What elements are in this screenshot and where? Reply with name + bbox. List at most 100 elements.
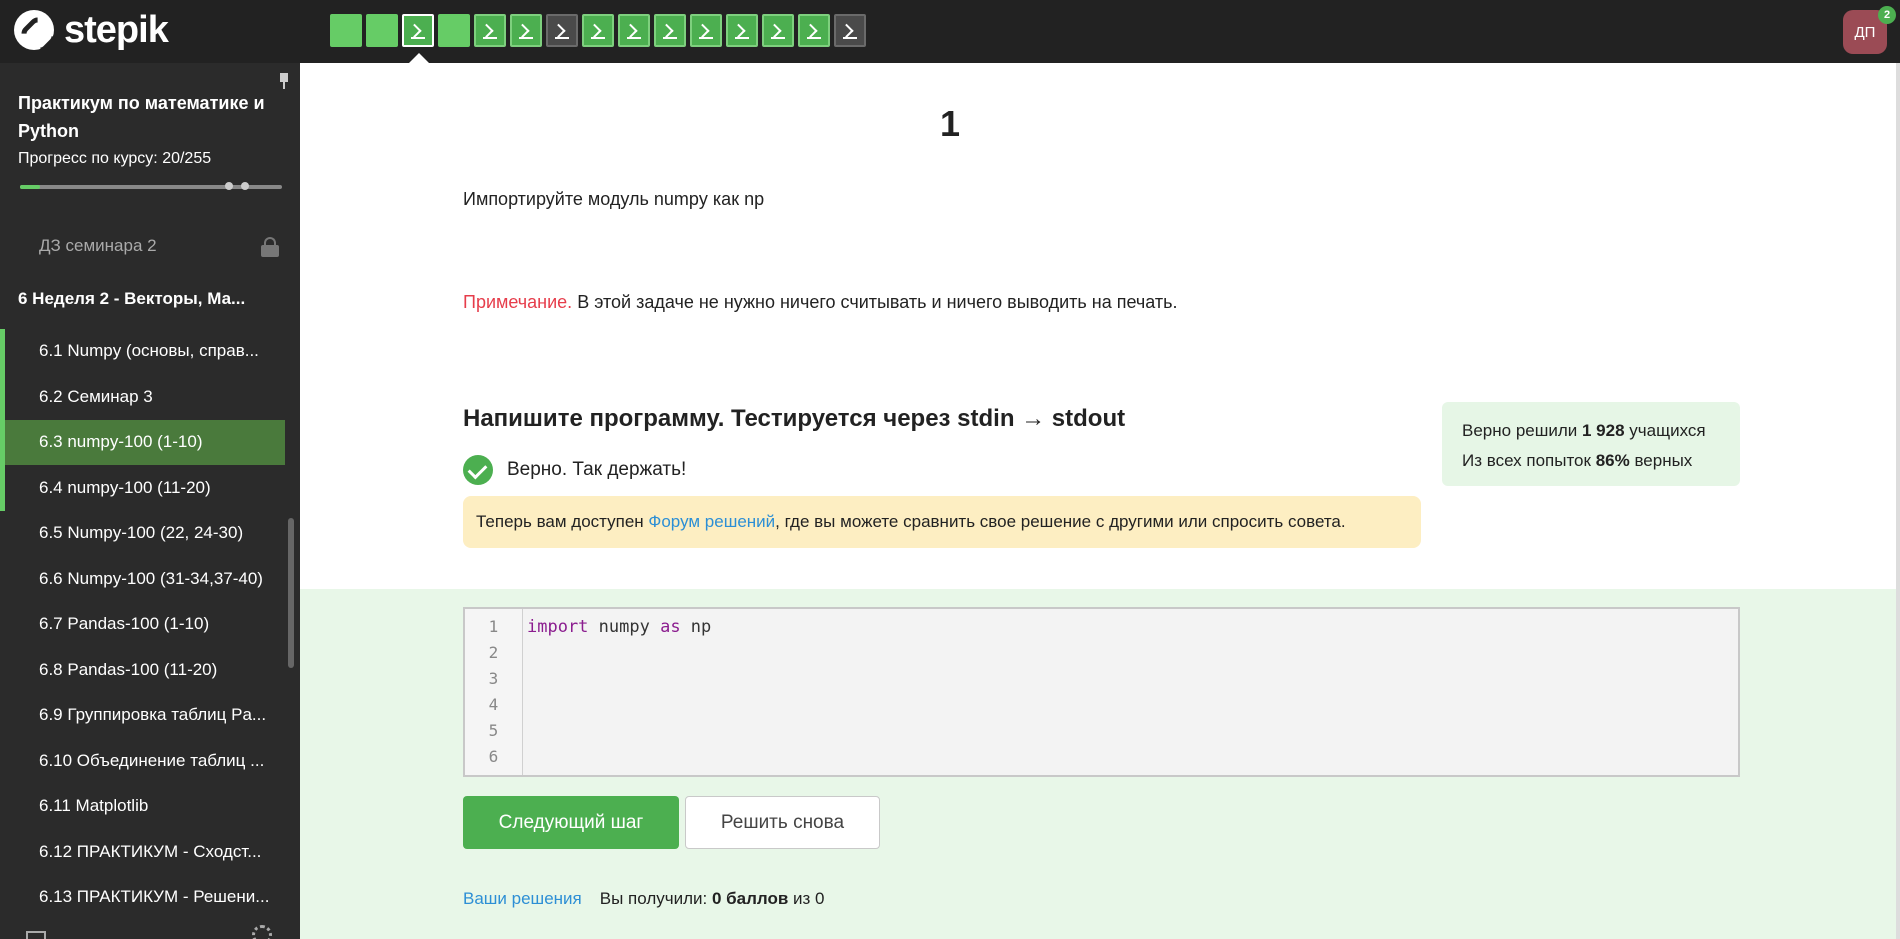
sidebar-lesson-item[interactable]: 6.3 numpy-100 (1-10) (0, 419, 285, 465)
check-circle-icon (463, 455, 493, 485)
forum-link[interactable]: Форум решений (648, 512, 775, 532)
sidebar-lesson-item[interactable]: 6.7 Pandas-100 (1-10) (0, 602, 285, 648)
code-keyword: import (527, 617, 589, 637)
expand-icon[interactable] (26, 931, 46, 939)
line-number: 6 (488, 747, 499, 766)
main-scrollbar[interactable] (1896, 63, 1900, 939)
sidebar-header: Практикум по математике и Python Прогрес… (0, 63, 300, 223)
sidebar-item-label: 6.11 Matplotlib (39, 796, 149, 816)
result-message: Верно. Так держать! (463, 455, 686, 485)
step-code-icon[interactable] (834, 14, 866, 47)
sidebar-lesson-item[interactable]: 6.12 ПРАКТИКУМ - Сходст... (0, 829, 285, 875)
sidebar-section[interactable]: 6 Неделя 2 - Векторы, Ма... (0, 269, 285, 329)
lock-icon (261, 237, 279, 257)
sidebar-lesson-item[interactable]: 6.8 Pandas-100 (11-20) (0, 647, 285, 693)
sidebar-lesson-item[interactable]: 6.11 Matplotlib (0, 784, 285, 830)
sidebar-item-label: 6.3 numpy-100 (1-10) (39, 432, 203, 452)
code-identifier: numpy (588, 617, 661, 637)
step-code-icon[interactable] (618, 14, 650, 47)
solve-again-button[interactable]: Решить снова (685, 796, 880, 849)
solved-prefix: Верно решили (1462, 421, 1582, 440)
forum-notice: Теперь вам доступен Форум решений , где … (463, 496, 1421, 548)
next-step-button[interactable]: Следующий шаг (463, 796, 679, 849)
attempts-suffix: верных (1629, 451, 1693, 470)
sidebar-item-label: 6.4 numpy-100 (11-20) (39, 477, 211, 497)
step-code-icon[interactable] (582, 14, 614, 47)
course-title[interactable]: Практикум по математике и Python (18, 89, 280, 145)
sidebar-item-label: 6.2 Семинар 3 (39, 386, 153, 406)
score-suffix: из 0 (788, 889, 825, 908)
your-solutions-link[interactable]: Ваши решения (463, 889, 582, 909)
note-label: Примечание. (463, 292, 573, 312)
sidebar-item-label: 6 Неделя 2 - Векторы, Ма... (18, 288, 246, 308)
logo[interactable]: stepik (14, 10, 169, 50)
solved-stat: Верно решили 1 928 учащихся (1462, 416, 1720, 446)
step-text-icon[interactable] (330, 14, 362, 47)
notification-badge: 2 (1878, 6, 1896, 24)
step-navigation (330, 14, 866, 47)
code-editor[interactable]: 1 2 3 4 5 6 import numpy as np (463, 607, 1740, 777)
attempts-stat: Из всех попыток 86% верных (1462, 446, 1720, 476)
solved-suffix: учащихся (1624, 421, 1706, 440)
section-heading: Напишите программу. Тестируется через st… (463, 405, 1126, 432)
sidebar-item-label: 6.9 Группировка таблиц Pa... (39, 705, 267, 725)
progress-label: Прогресс по курсу: (18, 150, 158, 167)
score-summary: Вы получили: 0 баллов из 0 (600, 889, 825, 909)
gear-icon[interactable] (252, 925, 272, 939)
sidebar-item-label: 6.13 ПРАКТИКУМ - Решени... (39, 887, 270, 907)
progress-bar (20, 182, 282, 190)
step-code-icon[interactable] (798, 14, 830, 47)
step-code-icon[interactable] (402, 14, 434, 47)
sidebar-lesson-item[interactable]: 6.5 Numpy-100 (22, 24-30) (0, 511, 285, 557)
step-code-icon[interactable] (510, 14, 542, 47)
score-value: 0 баллов (711, 889, 789, 908)
current-step-pointer-icon (409, 53, 429, 63)
sidebar-scrollbar[interactable] (288, 518, 294, 668)
task-text: Импортируйте модуль numpy как np (463, 189, 765, 209)
attempts-prefix: Из всех попыток (1462, 451, 1596, 470)
progress-bar-fill (20, 185, 41, 189)
solved-count: 1 928 (1582, 421, 1625, 440)
step-title: 1 (939, 103, 961, 144)
sidebar-lesson-item[interactable]: 6.13 ПРАКТИКУМ - Решени... (0, 875, 285, 921)
step-code-icon[interactable] (474, 14, 506, 47)
submission-footer: Ваши решения Вы получили: 0 баллов из 0 (463, 889, 825, 909)
step-code-icon[interactable] (546, 14, 578, 47)
step-code-icon[interactable] (690, 14, 722, 47)
progress-value: 20/255 (162, 150, 212, 167)
line-number-gutter: 1 2 3 4 5 6 (465, 609, 523, 775)
pin-icon[interactable] (278, 73, 288, 89)
sidebar-lesson-item[interactable]: 6.6 Numpy-100 (31-34,37-40) (0, 556, 285, 602)
sidebar-item-label: 6.6 Numpy-100 (31-34,37-40) (39, 568, 263, 588)
sidebar-lesson-item[interactable]: 6.10 Объединение таблиц ... (0, 738, 285, 784)
correct-text: Верно. Так держать! (507, 459, 687, 480)
step-text-icon[interactable] (366, 14, 398, 47)
top-bar: stepik ДП 2 (0, 0, 1900, 63)
sidebar-footer (0, 921, 300, 939)
stats-box: Верно решили 1 928 учащихся Из всех попы… (1442, 402, 1740, 486)
step-code-icon[interactable] (762, 14, 794, 47)
sidebar-lesson-item[interactable]: 6.4 numpy-100 (11-20) (0, 465, 285, 511)
sidebar-lesson-item[interactable]: 6.9 Группировка таблиц Pa... (0, 693, 285, 739)
forum-suffix: , где вы можете сравнить свое решение с … (775, 512, 1346, 531)
line-number: 2 (488, 643, 499, 662)
sidebar-item-label: 6.10 Объединение таблиц ... (39, 750, 265, 770)
step-code-icon[interactable] (726, 14, 758, 47)
code-keyword: as (660, 617, 681, 637)
code-identifier: np (680, 617, 712, 637)
forum-prefix: Теперь вам доступен (476, 512, 644, 531)
step-text-icon[interactable] (438, 14, 470, 47)
sidebar-item-label: 6.5 Numpy-100 (22, 24-30) (39, 523, 244, 543)
lesson-list: ДЗ семинара 2 6 Неделя 2 - Векторы, Ма...… (0, 223, 285, 923)
course-progress: Прогресс по курсу: 20/255 (18, 150, 282, 168)
sidebar-lesson-item[interactable]: ДЗ семинара 2 (0, 223, 285, 269)
sidebar-item-label: 6.12 ПРАКТИКУМ - Сходст... (39, 841, 262, 861)
sidebar-lesson-item[interactable]: 6.1 Numpy (основы, справ... (0, 328, 285, 374)
step-content: 1 Импортируйте модуль numpy как np Приме… (300, 63, 1900, 939)
task-note: Примечание. В этой задаче не нужно ничег… (463, 292, 1178, 313)
code-line-1[interactable]: import numpy as np (527, 614, 711, 640)
step-code-icon[interactable] (654, 14, 686, 47)
sidebar-item-label: 6.7 Pandas-100 (1-10) (39, 614, 210, 634)
stepik-logo-icon (14, 10, 54, 50)
sidebar-lesson-item[interactable]: 6.2 Семинар 3 (0, 374, 285, 420)
